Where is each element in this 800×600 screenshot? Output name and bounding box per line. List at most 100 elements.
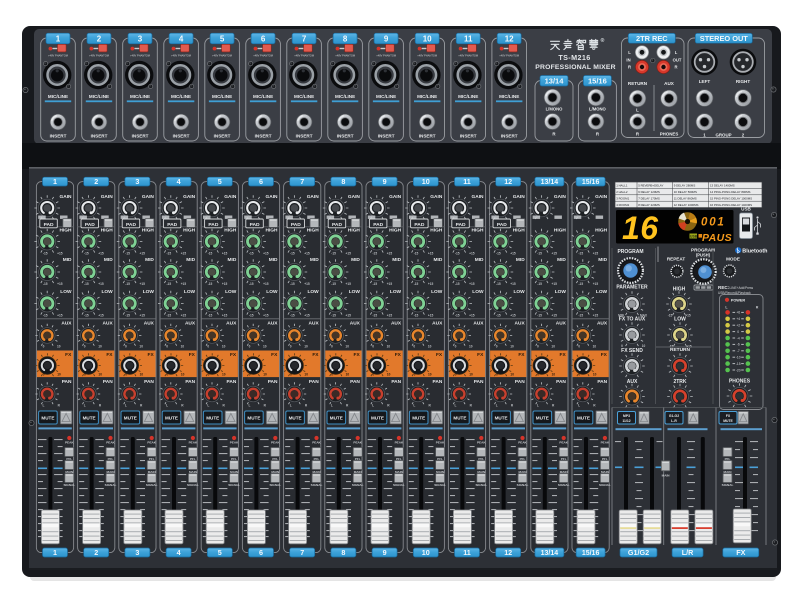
svg-text:-20: -20 <box>736 368 741 372</box>
svg-text:-15: -15 <box>455 251 460 255</box>
svg-text:PAD: PAD <box>126 222 136 228</box>
svg-text:0: 0 <box>578 373 580 377</box>
svg-text:IN: IN <box>626 58 630 63</box>
svg-text:AUX: AUX <box>309 321 320 327</box>
svg-text:+15: +15 <box>304 313 310 317</box>
svg-text:001: 001 <box>701 217 726 229</box>
svg-text:SIGNAL: SIGNAL <box>311 483 323 487</box>
svg-text:+15: +15 <box>510 251 516 255</box>
svg-text:LOW: LOW <box>390 289 402 295</box>
svg-text:REC:: REC: <box>718 285 730 290</box>
svg-text:10: 10 <box>304 373 308 377</box>
svg-text:8: 8 <box>341 177 345 186</box>
svg-text:LOW: LOW <box>60 289 72 295</box>
svg-text:LINE+Add/Press: LINE+Add/Press <box>730 286 754 290</box>
svg-text:10: 10 <box>304 345 308 349</box>
svg-text:SIGNAL: SIGNAL <box>105 483 117 487</box>
svg-text:PAN: PAN <box>597 379 607 385</box>
svg-text:10: 10 <box>428 345 432 349</box>
svg-text:+15: +15 <box>469 313 475 317</box>
svg-text:LOW: LOW <box>555 289 567 295</box>
svg-text:FX: FX <box>736 548 745 557</box>
svg-text:AUX: AUX <box>267 321 278 327</box>
svg-text:12: 12 <box>504 177 512 186</box>
svg-text:+15: +15 <box>593 313 599 317</box>
svg-text:MID: MID <box>63 257 72 263</box>
svg-text:+48V PHANTOM: +48V PHANTOM <box>499 54 519 58</box>
svg-text:INSERT: INSERT <box>91 133 108 138</box>
svg-text:GAIN: GAIN <box>430 194 443 200</box>
svg-text:PAN: PAN <box>309 379 319 385</box>
svg-text:0: 0 <box>208 373 210 377</box>
svg-text:GAIN: GAIN <box>513 194 526 200</box>
svg-text:10: 10 <box>345 345 349 349</box>
svg-text:+15: +15 <box>222 251 228 255</box>
svg-text:GAIN: GAIN <box>554 194 567 200</box>
svg-text:16: 16 <box>622 210 659 246</box>
svg-text:-15: -15 <box>208 282 213 286</box>
svg-text:1 HALL1: 1 HALL1 <box>616 184 628 188</box>
svg-text:0: 0 <box>413 345 415 349</box>
svg-text:HIGH: HIGH <box>266 227 279 233</box>
svg-text:FX: FX <box>518 352 525 358</box>
svg-text:MID: MID <box>269 257 278 263</box>
svg-text:-15: -15 <box>455 282 460 286</box>
svg-text:RETURN: RETURN <box>628 81 648 86</box>
svg-text:LOW: LOW <box>513 289 525 295</box>
svg-text:PAD: PAD <box>414 222 424 228</box>
svg-text:-15: -15 <box>537 282 542 286</box>
svg-text:L: L <box>125 403 127 407</box>
svg-text:7: 7 <box>300 177 304 186</box>
svg-text:3: 3 <box>135 548 139 557</box>
svg-text:PAN: PAN <box>103 379 113 385</box>
svg-text:GAIN: GAIN <box>142 194 155 200</box>
svg-text:-15: -15 <box>290 313 295 317</box>
svg-text:FX: FX <box>230 352 237 358</box>
svg-text:-15: -15 <box>208 313 213 317</box>
svg-text:PEAK: PEAK <box>106 441 115 445</box>
svg-text:MID: MID <box>392 257 401 263</box>
svg-text:-4: -4 <box>737 336 740 340</box>
svg-text:0: 0 <box>43 345 45 349</box>
svg-text:10: 10 <box>552 373 556 377</box>
svg-text:+15: +15 <box>387 251 393 255</box>
svg-text:MUTE: MUTE <box>289 416 302 421</box>
svg-text:L: L <box>166 403 168 407</box>
svg-text:PEAK: PEAK <box>271 441 280 445</box>
svg-text:PAN: PAN <box>62 379 72 385</box>
svg-text:+48V PHANTOM: +48V PHANTOM <box>335 54 355 58</box>
svg-text:+15: +15 <box>57 251 63 255</box>
svg-text:+2: +2 <box>736 324 740 328</box>
svg-text:SIGNAL: SIGNAL <box>393 483 405 487</box>
svg-text:2: 2 <box>97 34 102 43</box>
svg-text:-15: -15 <box>166 251 171 255</box>
svg-text:+15: +15 <box>510 313 516 317</box>
svg-text:0: 0 <box>737 330 739 334</box>
svg-text:HIGH: HIGH <box>595 227 608 233</box>
svg-text:10: 10 <box>387 345 391 349</box>
svg-text:14 PING-PONG DELAY 800MS: 14 PING-PONG DELAY 800MS <box>710 190 751 194</box>
svg-text:5: 5 <box>218 177 222 186</box>
svg-text:HIGH: HIGH <box>389 227 402 233</box>
svg-text:L: L <box>537 403 539 407</box>
svg-text:R: R <box>628 65 631 70</box>
svg-text:GAIN: GAIN <box>60 194 73 200</box>
svg-text:+15: +15 <box>139 251 145 255</box>
svg-text:10: 10 <box>263 345 267 349</box>
svg-text:L: L <box>413 403 415 407</box>
svg-text:MUTE: MUTE <box>536 416 549 421</box>
svg-text:MUTE: MUTE <box>412 416 425 421</box>
svg-text:PAN: PAN <box>515 379 525 385</box>
svg-text:-15: -15 <box>331 313 336 317</box>
svg-text:L/MONO: L/MONO <box>589 107 606 112</box>
svg-text:6: 6 <box>261 34 266 43</box>
svg-text:13/14: 13/14 <box>541 179 559 186</box>
svg-text:PAN: PAN <box>268 379 278 385</box>
svg-text:SIGNAL: SIGNAL <box>434 483 446 487</box>
svg-text:10: 10 <box>222 373 226 377</box>
svg-text:+48V PHANTOM: +48V PHANTOM <box>376 54 396 58</box>
svg-text:Bluetooth: Bluetooth <box>742 248 767 254</box>
svg-text:+48V PHANTOM: +48V PHANTOM <box>458 54 478 58</box>
svg-text:-10: -10 <box>736 356 741 360</box>
svg-text:0: 0 <box>331 345 333 349</box>
